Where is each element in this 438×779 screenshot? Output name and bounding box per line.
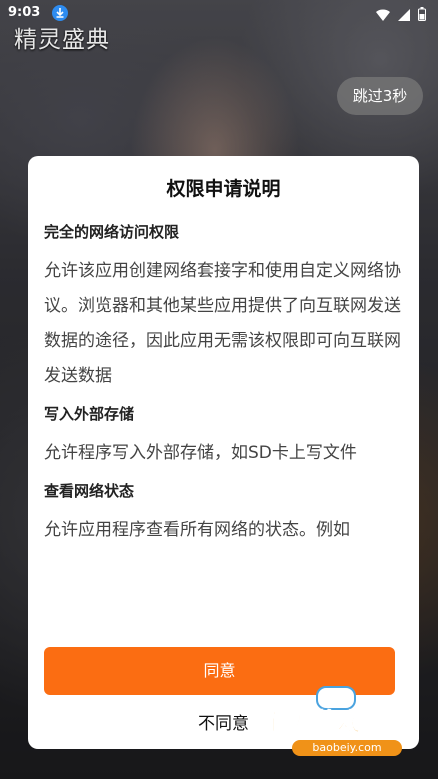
permission-item: 写入外部存储 允许程序写入外部存储，如SD卡上写文件 (44, 403, 404, 471)
watermark: 宝贝游戏网 baobeiy.com (262, 686, 412, 765)
permission-list[interactable]: 完全的网络访问权限 允许该应用创建网络套接字和使用自定义网络协议。浏览器和其他某… (44, 212, 404, 694)
wifi-icon (376, 6, 390, 25)
download-icon (52, 5, 68, 21)
permission-description: 允许应用程序查看所有网络的状态。例如 (44, 520, 350, 540)
watermark-name: 宝贝游戏网 (262, 708, 387, 737)
permission-title: 查看网络状态 (44, 482, 135, 500)
permission-title: 写入外部存储 (44, 405, 135, 423)
permission-item: 完全的网络访问权限 允许该应用创建网络套接字和使用自定义网络协议。浏览器和其他某… (44, 221, 404, 394)
permission-title: 完全的网络访问权限 (44, 223, 180, 241)
battery-icon (418, 6, 426, 25)
dialog-title: 权限申请说明 (166, 178, 281, 200)
permission-description: 允许程序写入外部存储，如SD卡上写文件 (44, 443, 357, 463)
permission-dialog: 权限申请说明 完全的网络访问权限 允许该应用创建网络套接字和使用自定义网络协议。… (28, 156, 419, 749)
status-time: 9:03 (8, 5, 41, 20)
permission-item: 查看网络状态 允许应用程序查看所有网络的状态。例如 (44, 480, 404, 548)
signal-icon (398, 6, 410, 25)
watermark-url: baobeiy.com (292, 740, 402, 756)
permission-description: 允许该应用创建网络套接字和使用自定义网络协议。浏览器和其他某些应用提供了向互联网… (44, 261, 401, 386)
skip-ad-button[interactable]: 跳过3秒 (337, 77, 423, 115)
game-logo: 精灵盛典 (14, 27, 110, 53)
